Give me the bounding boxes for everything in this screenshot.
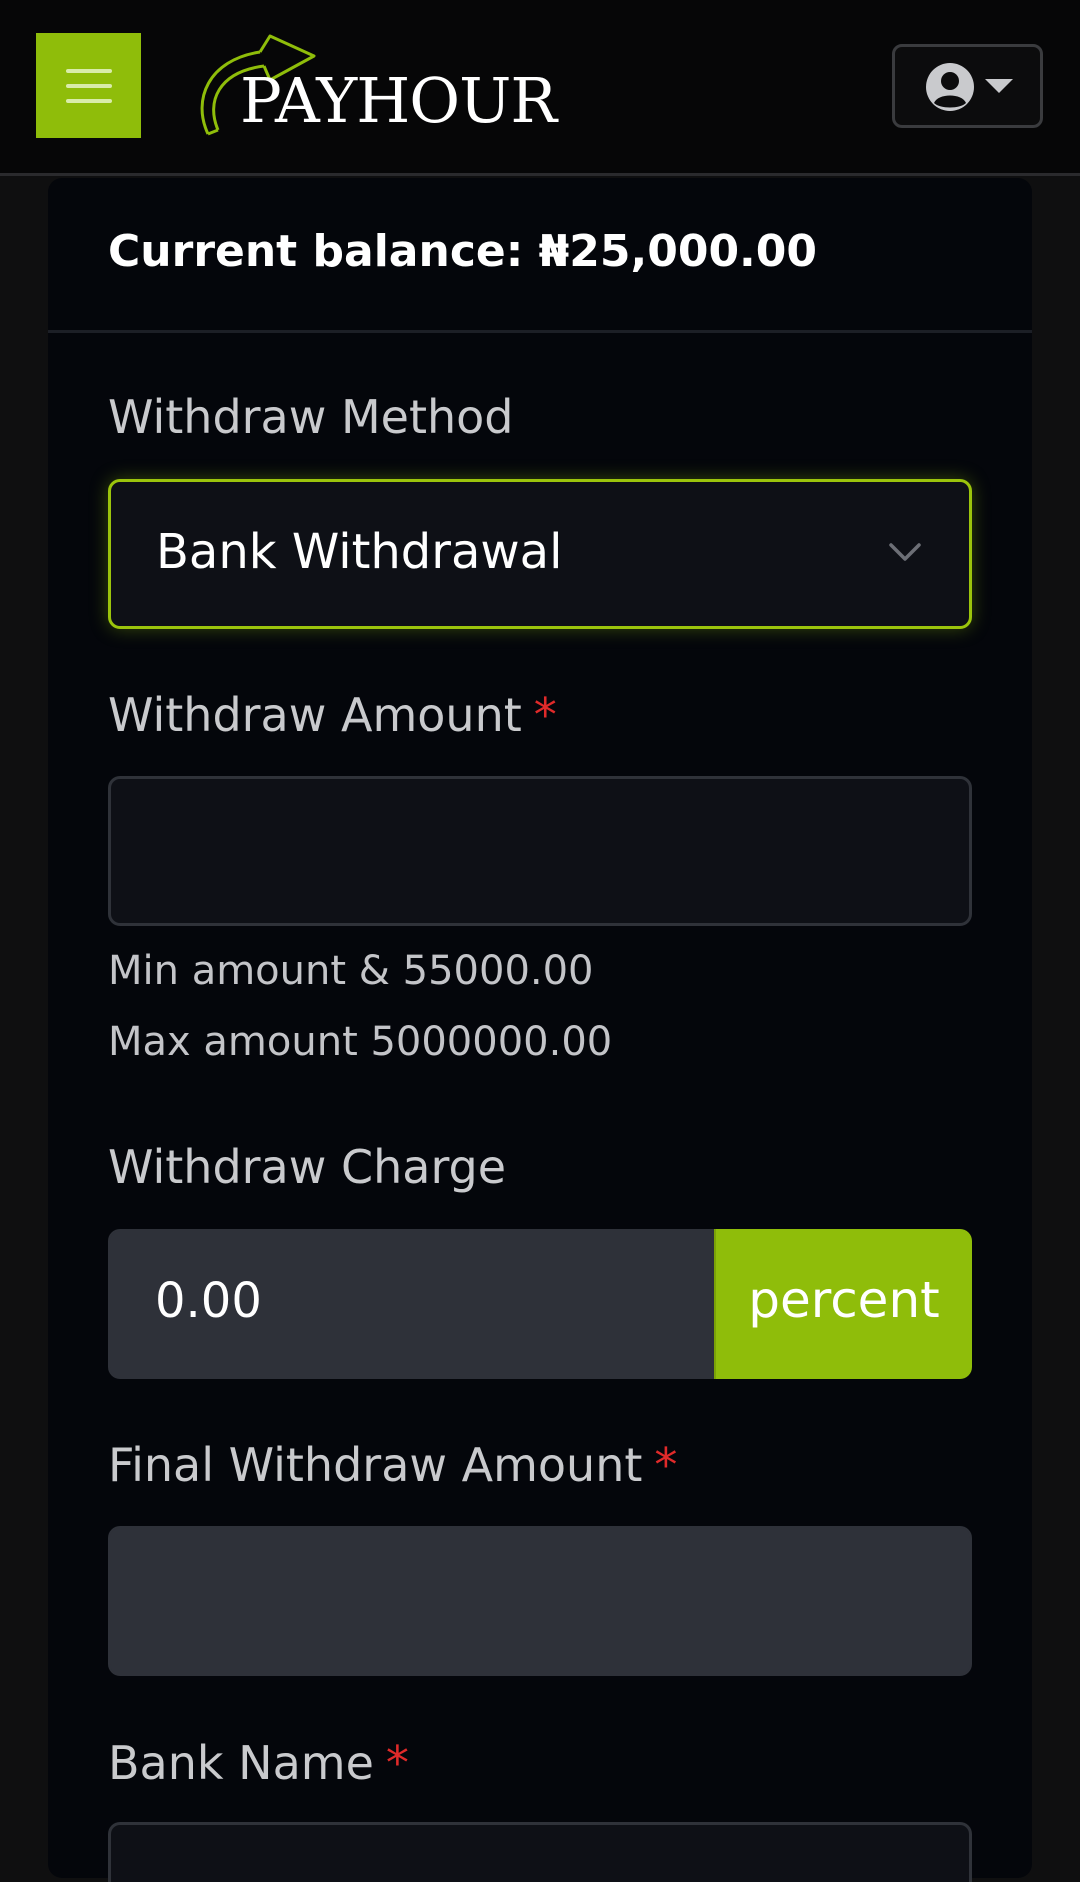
charge-unit-text: percent <box>748 1271 940 1329</box>
withdraw-charge-value: 0.00 <box>155 1273 262 1329</box>
withdraw-amount-label: Withdraw Amount * <box>108 688 557 742</box>
withdraw-amount-label-text: Withdraw Amount <box>108 688 522 742</box>
withdraw-amount-input[interactable] <box>111 779 969 923</box>
min-amount-hint: Min amount & 55000.00 <box>108 948 594 994</box>
logo-text: PAYHOUR <box>240 64 557 137</box>
chevron-down-icon <box>889 543 921 561</box>
final-withdraw-amount-label-text: Final Withdraw Amount <box>108 1438 643 1492</box>
user-circle-icon <box>926 63 974 111</box>
bank-name-label-text: Bank Name <box>108 1736 374 1790</box>
charge-unit-addon: percent <box>714 1229 972 1379</box>
required-mark: * <box>385 1736 409 1790</box>
withdraw-charge-group: 0.00 percent <box>108 1229 972 1379</box>
menu-toggle-button[interactable] <box>36 33 141 138</box>
caret-down-icon <box>985 79 1013 93</box>
withdraw-method-value: Bank Withdrawal <box>156 524 563 580</box>
withdraw-method-select[interactable]: Bank Withdrawal <box>108 479 972 629</box>
final-withdraw-amount-label: Final Withdraw Amount * <box>108 1438 677 1492</box>
withdraw-amount-field[interactable] <box>108 776 972 926</box>
bank-name-field[interactable] <box>108 1822 972 1882</box>
final-withdraw-amount-field <box>108 1526 972 1676</box>
max-amount-hint: Max amount 5000000.00 <box>108 1019 613 1065</box>
current-balance: Current balance: ₦25,000.00 <box>108 226 818 277</box>
user-menu-button[interactable] <box>892 44 1043 128</box>
withdraw-charge-field: 0.00 <box>108 1229 714 1379</box>
bank-name-label: Bank Name * <box>108 1736 409 1790</box>
final-withdraw-amount-input <box>110 1528 970 1674</box>
card-header: Current balance: ₦25,000.00 <box>48 178 1032 333</box>
brand-logo[interactable]: PAYHOUR <box>190 30 557 140</box>
required-mark: * <box>533 688 557 742</box>
withdraw-charge-label: Withdraw Charge <box>108 1140 507 1194</box>
withdraw-method-label: Withdraw Method <box>108 390 514 444</box>
top-navbar: PAYHOUR <box>0 0 1080 176</box>
required-mark: * <box>654 1438 678 1492</box>
